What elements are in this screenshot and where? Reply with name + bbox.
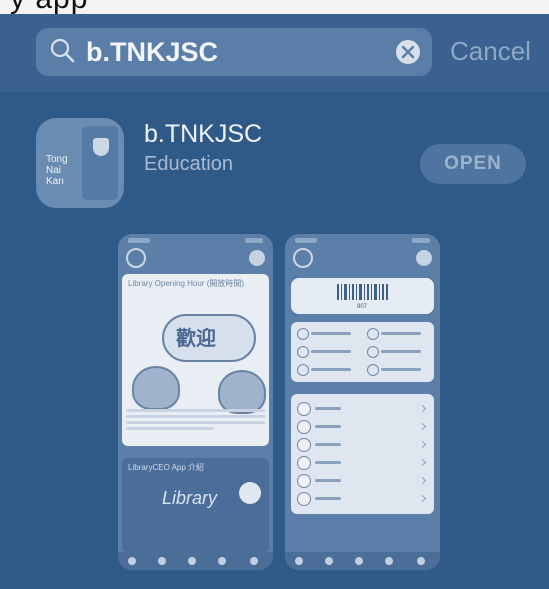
opening-hours-text	[122, 406, 269, 433]
barcode-icon	[337, 284, 388, 300]
tab-bar	[118, 552, 273, 570]
status-bar: y app	[0, 0, 549, 14]
app-icon-text: Tong Nai Kan	[46, 154, 68, 187]
search-input[interactable]: b.TNKJSC	[36, 28, 432, 76]
app-name[interactable]: b.TNKJSC	[144, 120, 262, 149]
app-screenshot-1[interactable]: Library Opening Hour (開放時間) 歡迎 LibraryCE…	[118, 234, 273, 570]
promo-banner: LibraryCEO App 介紹 Library	[122, 458, 269, 552]
tab-bar	[285, 552, 440, 570]
banner-title: LibraryCEO App 介紹	[128, 463, 205, 472]
mascot-left	[132, 366, 180, 410]
badge-icon	[239, 482, 261, 504]
banner-logo: Library	[162, 488, 218, 508]
clear-icon[interactable]	[396, 40, 420, 64]
status-bar-text: y app	[10, 0, 88, 14]
search-query-text: b.TNKJSC	[86, 37, 219, 67]
welcome-graphic: 歡迎	[176, 328, 216, 350]
search-header: b.TNKJSC Cancel	[0, 14, 549, 92]
open-button[interactable]: OPEN	[420, 144, 526, 184]
menu-icon	[416, 250, 432, 266]
cancel-button[interactable]: Cancel	[450, 36, 531, 67]
search-icon	[50, 38, 76, 64]
shield-icon	[93, 138, 109, 156]
settings-list	[291, 394, 434, 514]
opening-hours-title: Library Opening Hour (開放時間)	[128, 279, 245, 288]
barcode-number: 907	[357, 304, 368, 310]
feature-grid	[291, 322, 434, 382]
app-logo-icon	[126, 248, 146, 268]
library-card: 907	[291, 278, 434, 314]
app-screenshot-2[interactable]: 907	[285, 234, 440, 570]
app-category: Education	[144, 153, 233, 175]
app-icon[interactable]: Tong Nai Kan	[36, 118, 124, 208]
menu-icon	[249, 250, 265, 266]
app-logo-icon	[293, 248, 313, 268]
